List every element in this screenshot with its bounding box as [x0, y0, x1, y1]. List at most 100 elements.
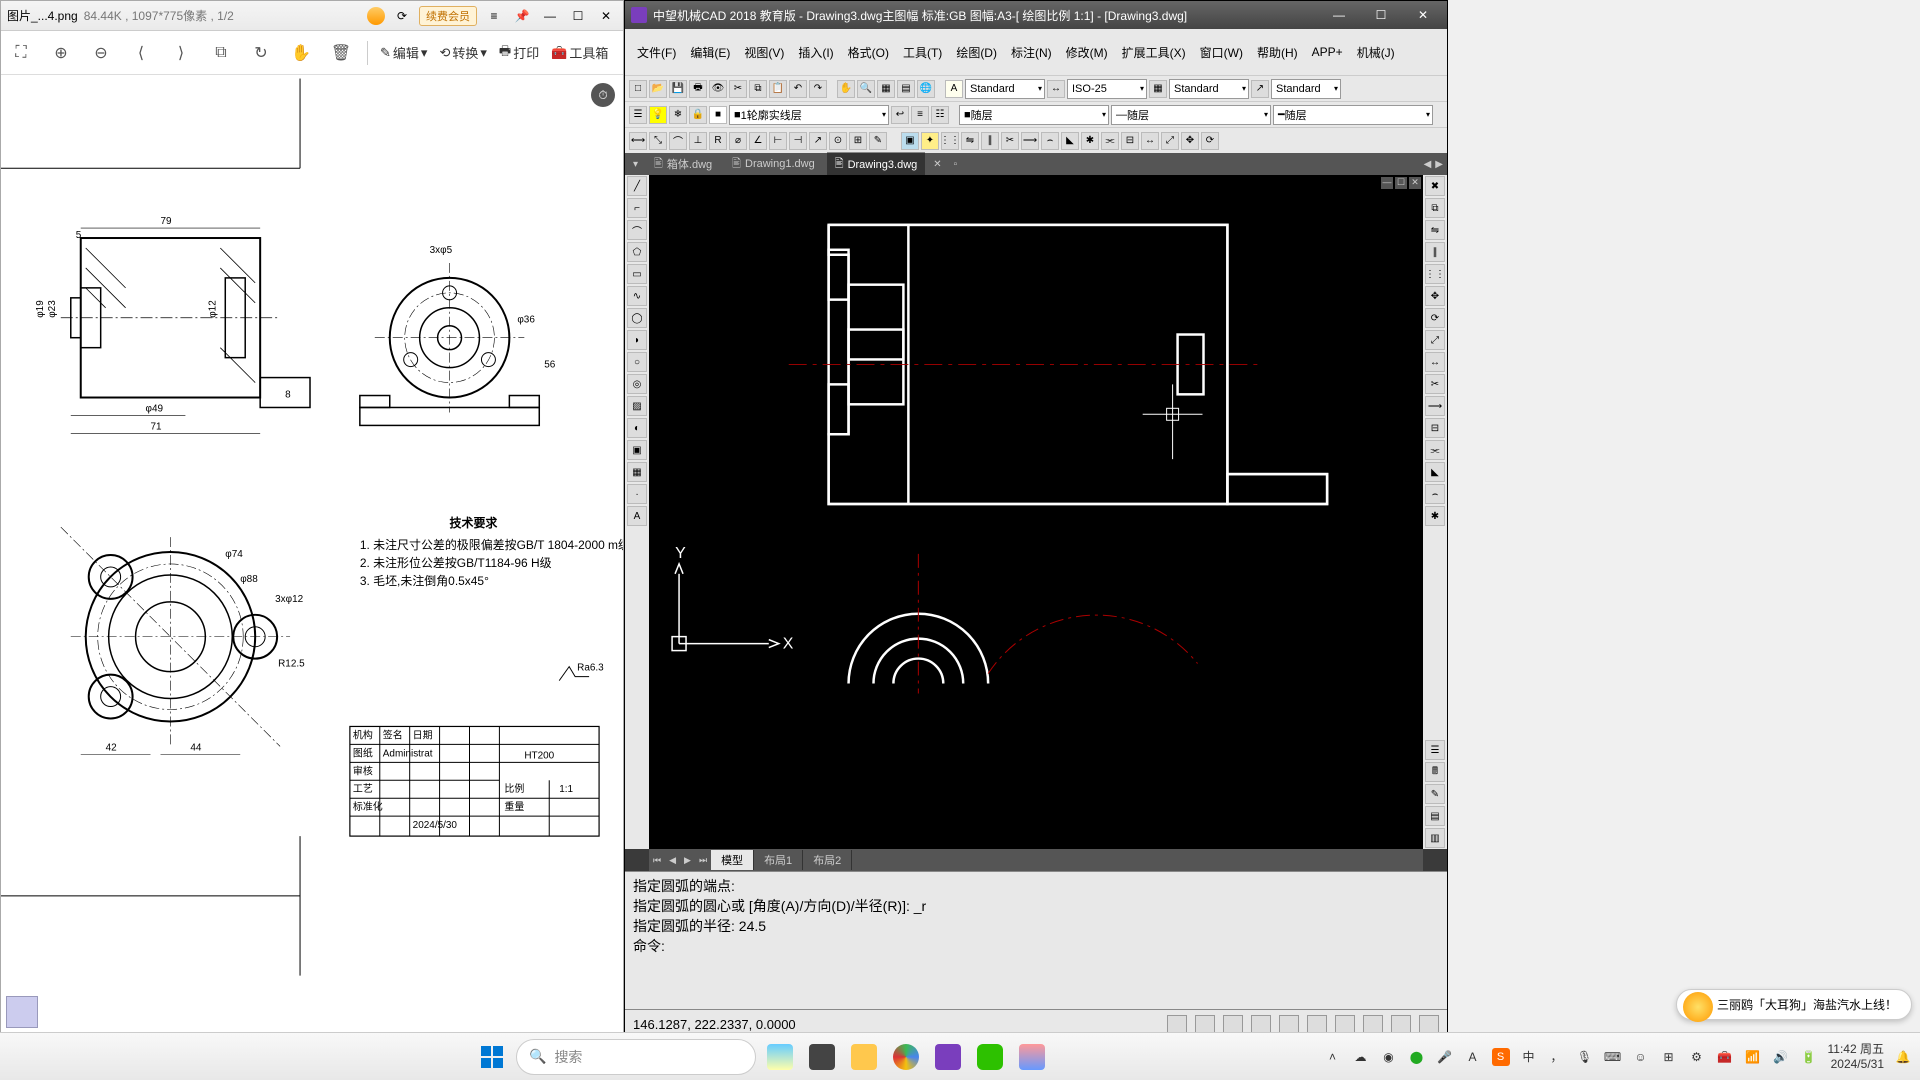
array-tool-icon[interactable]: ⋮⋮: [1425, 264, 1445, 284]
explode-tool-icon[interactable]: ✱: [1425, 506, 1445, 526]
line-tool-icon[interactable]: ╱: [627, 176, 647, 196]
array-icon[interactable]: ⋮⋮: [941, 132, 959, 150]
tray-ime-lang-icon[interactable]: 中: [1520, 1048, 1538, 1066]
refedit-icon[interactable]: ✎: [1425, 784, 1445, 804]
copy-icon[interactable]: ⧉: [749, 80, 767, 98]
cad-close-icon[interactable]: ✕: [1405, 5, 1441, 25]
extend-tool-icon[interactable]: ⟶: [1425, 396, 1445, 416]
tray-gear-icon[interactable]: ⚙: [1688, 1048, 1706, 1066]
move-icon[interactable]: ✥: [1181, 132, 1199, 150]
copy-icon[interactable]: ⧉: [207, 39, 235, 67]
task-explorer[interactable]: [846, 1039, 882, 1075]
quick-launch-icon[interactable]: [6, 996, 38, 1028]
dim-linear-icon[interactable]: ⟷: [629, 132, 647, 150]
dimstyle-icon[interactable]: ↔: [1047, 80, 1065, 98]
pan-icon[interactable]: ✋: [837, 80, 855, 98]
layer-prev-icon[interactable]: ↩: [891, 106, 909, 124]
layer-match-icon[interactable]: ≡: [911, 106, 929, 124]
menu-help[interactable]: 帮助(H): [1251, 41, 1304, 64]
tray-chevron-icon[interactable]: ˄: [1324, 1048, 1342, 1066]
print-button[interactable]: 🖶 打印: [499, 42, 539, 64]
vip-renew-button[interactable]: 续费会员: [419, 6, 477, 26]
hatch-tool-icon[interactable]: ▨: [627, 396, 647, 416]
print-icon[interactable]: 🖶: [689, 80, 707, 98]
save-icon[interactable]: 💾: [669, 80, 687, 98]
tab-close-icon[interactable]: ✕: [929, 159, 945, 170]
break-icon[interactable]: ⊟: [1121, 132, 1139, 150]
spline-tool-icon[interactable]: ∿: [627, 286, 647, 306]
stretch-tool-icon[interactable]: ↔: [1425, 352, 1445, 372]
task-app-7[interactable]: [1014, 1039, 1050, 1075]
viewport-min-icon[interactable]: —: [1381, 177, 1393, 189]
prev-icon[interactable]: ⟨: [127, 39, 155, 67]
dim-arc-icon[interactable]: ⌒: [669, 132, 687, 150]
calc-icon[interactable]: 🖩: [1425, 762, 1445, 782]
ellipse-arc-icon[interactable]: ◗: [627, 330, 647, 350]
dim-diameter-icon[interactable]: ⌀: [729, 132, 747, 150]
chamfer-icon[interactable]: ◣: [1061, 132, 1079, 150]
task-cad[interactable]: [930, 1039, 966, 1075]
task-app-1[interactable]: [762, 1039, 798, 1075]
tray-battery-icon[interactable]: 🔋: [1800, 1048, 1818, 1066]
command-panel[interactable]: 指定圆弧的端点: 指定圆弧的圆心或 [角度(A)/方向(D)/半径(R)]: _…: [625, 871, 1447, 1009]
new-icon[interactable]: □: [629, 80, 647, 98]
dim-tolerance-icon[interactable]: ⊞: [849, 132, 867, 150]
open-icon[interactable]: 📂: [649, 80, 667, 98]
mtab-last-icon[interactable]: ⏭: [695, 855, 711, 866]
rotate-tool-icon[interactable]: ⟳: [1201, 132, 1219, 150]
preview-icon[interactable]: 👁: [709, 80, 727, 98]
mtab-first-icon[interactable]: ⏮: [649, 855, 665, 866]
viewport-close-icon[interactable]: ✕: [1409, 177, 1421, 189]
design-center-icon[interactable]: ▤: [1425, 806, 1445, 826]
tab-file-1[interactable]: 🖹 箱体.dwg: [646, 153, 720, 176]
tab-scroll-right-icon[interactable]: ▶: [1435, 159, 1443, 170]
undo-icon[interactable]: ↶: [789, 80, 807, 98]
dim-baseline-icon[interactable]: ⊢: [769, 132, 787, 150]
menu-icon[interactable]: ≡: [483, 7, 505, 25]
minimize-icon[interactable]: —: [539, 7, 561, 25]
dim-leader-icon[interactable]: ↗: [809, 132, 827, 150]
paste-icon[interactable]: 📋: [769, 80, 787, 98]
tray-security-icon[interactable]: ⬤: [1408, 1048, 1426, 1066]
mleader-style-select[interactable]: Standard: [1271, 79, 1341, 99]
explode-icon[interactable]: ✱: [1081, 132, 1099, 150]
delete-icon[interactable]: 🗑: [327, 39, 355, 67]
layer-lock-icon[interactable]: 🔒: [689, 106, 707, 124]
fillet-tool-icon[interactable]: ⌢: [1425, 484, 1445, 504]
zoom-icon[interactable]: 🔍: [857, 80, 875, 98]
layer-select[interactable]: ■ 1轮廓实线层: [729, 105, 889, 125]
dim-continue-icon[interactable]: ⊣: [789, 132, 807, 150]
tab-scroll-left-icon[interactable]: ◀: [1424, 159, 1432, 170]
menu-file[interactable]: 文件(F): [631, 41, 682, 64]
dim-edit-icon[interactable]: ✎: [869, 132, 887, 150]
polyline-tool-icon[interactable]: ⌐: [627, 198, 647, 218]
dim-center-icon[interactable]: ⊙: [829, 132, 847, 150]
move-tool-icon[interactable]: ✥: [1425, 286, 1445, 306]
scale-icon[interactable]: ⤢: [1161, 132, 1179, 150]
tab-file-3[interactable]: 🖹 Drawing3.dwg: [827, 152, 926, 176]
menu-draw[interactable]: 绘图(D): [950, 41, 1003, 64]
lineweight-select[interactable]: ━ 随层: [1273, 105, 1433, 125]
user-avatar-icon[interactable]: [367, 7, 385, 25]
search-box[interactable]: 🔍 搜索: [516, 1039, 756, 1075]
maximize-icon[interactable]: ☐: [567, 7, 589, 25]
timer-overlay-icon[interactable]: ⏱: [591, 83, 615, 107]
rectangle-tool-icon[interactable]: ▭: [627, 264, 647, 284]
tab-layout2[interactable]: 布局2: [803, 850, 852, 870]
mirror-icon[interactable]: ⇋: [961, 132, 979, 150]
viewport-max-icon[interactable]: ☐: [1395, 177, 1407, 189]
ellipse-tool-icon[interactable]: ◯: [627, 308, 647, 328]
circle-tool-icon[interactable]: ○: [627, 352, 647, 372]
extend-icon[interactable]: ⟶: [1021, 132, 1039, 150]
tray-grid-icon[interactable]: ⊞: [1660, 1048, 1678, 1066]
dim-angular-icon[interactable]: ∠: [749, 132, 767, 150]
gradient-tool-icon[interactable]: ◐: [627, 418, 647, 438]
zoom-out-icon[interactable]: ⊖: [87, 39, 115, 67]
promo-notification[interactable]: 三丽鸥「大耳狗」海盐汽水上线！: [1676, 989, 1912, 1020]
tab-model[interactable]: 模型: [711, 850, 754, 870]
trim-tool-icon[interactable]: ✂: [1425, 374, 1445, 394]
layer-state-icon[interactable]: ☷: [931, 106, 949, 124]
start-button[interactable]: [474, 1039, 510, 1075]
menu-insert[interactable]: 插入(I): [792, 41, 839, 64]
layer-on-icon[interactable]: 💡: [649, 106, 667, 124]
